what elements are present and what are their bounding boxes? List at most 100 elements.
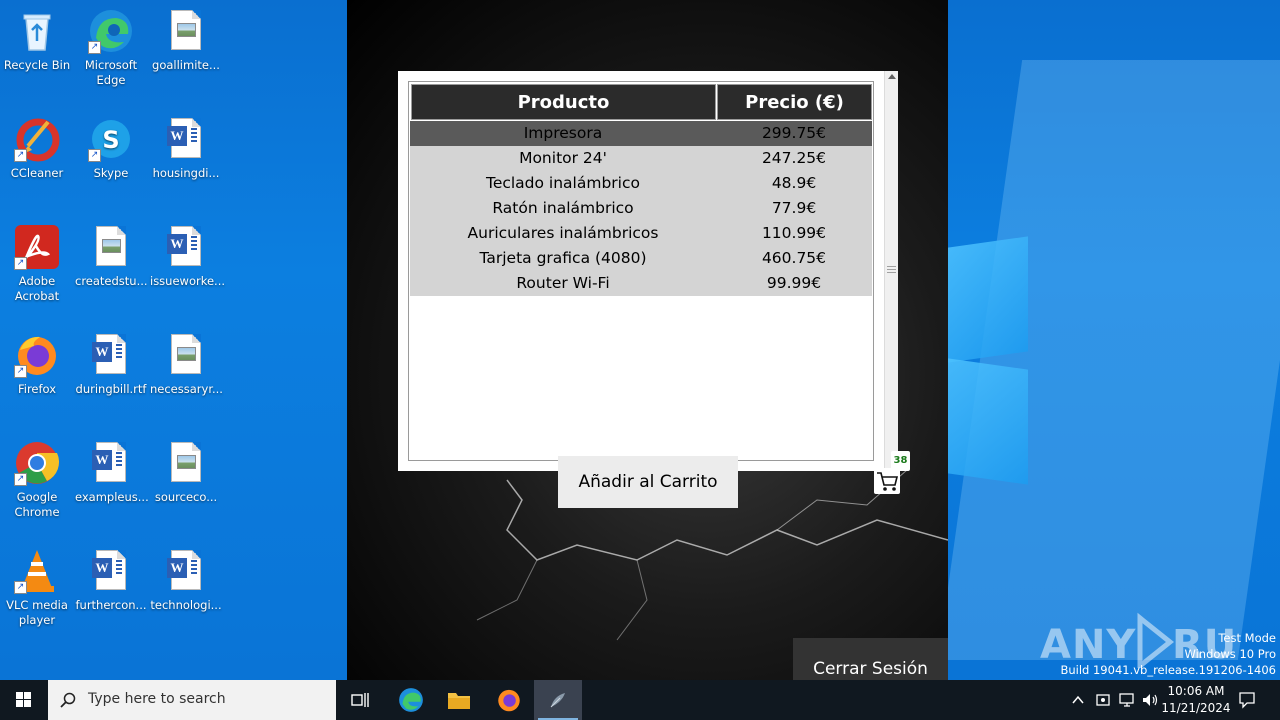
word-doc-icon: W (163, 548, 209, 594)
desktop-icon-ccleaner[interactable]: ↗ CCleaner (1, 116, 73, 181)
clock-date: 11/21/2024 (1161, 701, 1231, 715)
taskbar-search-box[interactable]: Type here to search (48, 680, 336, 720)
test-mode-label: Test Mode (1218, 631, 1276, 645)
table-row[interactable]: Auriculares inalámbricos 110.99€ (410, 221, 872, 246)
shop-app-window: Producto Precio (€) Impresora 299.75€ Moni… (347, 0, 948, 680)
desktop-icon-sourceco[interactable]: sourceco... (150, 440, 222, 505)
notification-icon[interactable] (1238, 691, 1256, 709)
taskbar-clock[interactable]: 10:06 AM 11/21/2024 (1158, 683, 1234, 717)
taskbar-file-explorer-button[interactable] (435, 680, 483, 720)
add-to-cart-button[interactable]: Añadir al Carrito (558, 456, 738, 508)
desktop-icon-label: duringbill.rtf (75, 382, 147, 396)
logout-button[interactable]: Cerrar Sesión (793, 638, 948, 680)
vlc-icon: ↗ (14, 548, 60, 594)
product-name-cell: Ratón inalámbrico (492, 199, 634, 217)
product-price-cell: 99.99€ (766, 274, 822, 292)
table-row[interactable]: Impresora 299.75€ (410, 121, 872, 146)
product-name-cell: Auriculares inalámbricos (467, 224, 659, 242)
product-table: Producto Precio (€) Impresora 299.75€ Moni… (408, 81, 874, 461)
desktop-icon-label: exampleus... (75, 490, 149, 504)
image-file-icon (163, 440, 209, 486)
scroll-up-arrow-icon[interactable] (888, 74, 896, 79)
task-view-icon (351, 693, 369, 707)
light-beam (937, 60, 1280, 660)
desktop-icon-adobe-acrobat[interactable]: ↗ Adobe Acrobat (1, 224, 73, 304)
table-row[interactable]: Monitor 24' 247.25€ (410, 146, 872, 171)
recycle-bin-icon (14, 8, 60, 54)
desktop-icon-label: goallimite... (152, 58, 220, 72)
meet-now-icon[interactable] (1095, 692, 1111, 708)
desktop-icon-necessaryr[interactable]: necessaryr... (150, 332, 223, 397)
task-view-button[interactable] (336, 680, 384, 720)
desktop-icon-technologi[interactable]: W technologi... (150, 548, 222, 613)
svg-text:S: S (102, 126, 119, 154)
shortcut-arrow-icon: ↗ (88, 41, 101, 54)
desktop-icon-label: Adobe Acrobat (14, 274, 60, 303)
taskbar-edge-button[interactable] (387, 680, 435, 720)
desktop-icon-label: Firefox (17, 382, 57, 396)
desktop-icon-duringbill[interactable]: W duringbill.rtf (75, 332, 147, 397)
word-doc-icon: W (88, 332, 134, 378)
acrobat-icon: ↗ (14, 224, 60, 270)
desktop-icon-label: issueworke... (150, 274, 226, 288)
desktop-icon-microsoft-edge[interactable]: ↗ Microsoft Edge (75, 8, 147, 88)
desktop-icon-furthercon[interactable]: W furthercon... (75, 548, 147, 613)
desktop-icon-firefox[interactable]: ↗ Firefox (1, 332, 73, 397)
desktop-icon-issueworke[interactable]: W issueworke... (150, 224, 226, 289)
image-file-icon (163, 332, 209, 378)
product-price-cell: 247.25€ (761, 149, 827, 167)
scrollbar-grip[interactable] (887, 266, 896, 274)
desktop-icon-label: sourceco... (154, 490, 218, 504)
shortcut-arrow-icon: ↗ (14, 149, 27, 162)
desktop-icon-label: housingdi... (152, 166, 220, 180)
desktop-icon-label: VLC media player (6, 598, 68, 627)
volume-icon[interactable] (1141, 692, 1159, 708)
search-icon (60, 692, 76, 708)
build-label: Build 19041.vb_release.191206-1406 (1060, 663, 1276, 677)
column-header-product[interactable]: Producto (411, 84, 716, 120)
product-price-cell: 299.75€ (761, 124, 827, 142)
product-name-cell: Tarjeta grafica (4080) (479, 249, 647, 267)
taskbar-shop-app-button[interactable] (534, 680, 582, 720)
desktop-icon-recycle-bin[interactable]: Recycle Bin (1, 8, 73, 73)
word-doc-icon: W (163, 224, 209, 270)
windows-logo-pane (948, 358, 1028, 485)
product-price-cell: 460.75€ (761, 249, 827, 267)
ccleaner-icon: ↗ (14, 116, 60, 162)
product-name-cell: Teclado inalámbrico (485, 174, 640, 192)
shortcut-arrow-icon: ↗ (14, 581, 27, 594)
table-row[interactable]: Tarjeta grafica (4080) 460.75€ (410, 246, 872, 271)
edge-icon: ↗ (88, 8, 134, 54)
desktop-icon-housingdi[interactable]: W housingdi... (150, 116, 222, 181)
desktop-icon-exampleus[interactable]: W exampleus... (75, 440, 149, 505)
desktop-icon-google-chrome[interactable]: ↗ Google Chrome (1, 440, 73, 520)
shortcut-arrow-icon: ↗ (88, 149, 101, 162)
desktop-icon-createdstu[interactable]: createdstu... (75, 224, 148, 289)
word-doc-icon: W (88, 440, 134, 486)
product-name-cell: Monitor 24' (519, 149, 607, 167)
desktop-icon-label: createdstu... (75, 274, 148, 288)
chevron-up-icon[interactable] (1071, 693, 1085, 707)
desktop-icon-vlc[interactable]: ↗ VLC media player (1, 548, 73, 628)
desktop-icon-skype[interactable]: S ↗ Skype (75, 116, 147, 181)
word-doc-icon: W (88, 548, 134, 594)
desktop-icon-label: Google Chrome (14, 490, 60, 519)
table-row[interactable]: Router Wi-Fi 99.99€ (410, 271, 872, 296)
folder-icon (448, 693, 470, 709)
word-doc-icon: W (163, 116, 209, 162)
windows-edition-label: Windows 10 Pro (1184, 647, 1276, 661)
shortcut-arrow-icon: ↗ (14, 473, 27, 486)
taskbar-firefox-button[interactable] (485, 680, 533, 720)
network-icon[interactable] (1118, 692, 1136, 708)
table-row[interactable]: Teclado inalámbrico 48.9€ (410, 171, 872, 196)
column-header-price[interactable]: Precio (€) (717, 84, 872, 120)
table-row[interactable]: Ratón inalámbrico 77.9€ (410, 196, 872, 221)
vertical-scrollbar[interactable] (884, 71, 898, 471)
start-button[interactable] (0, 680, 48, 720)
desktop-icon-goallimite[interactable]: goallimite... (150, 8, 222, 73)
cart-icon[interactable] (874, 468, 900, 494)
product-price-cell: 110.99€ (761, 224, 827, 242)
firefox-icon: ↗ (14, 332, 60, 378)
chrome-icon: ↗ (14, 440, 60, 486)
table-rows: Impresora 299.75€ Monitor 24' 247.25€ Teclad… (410, 121, 872, 296)
